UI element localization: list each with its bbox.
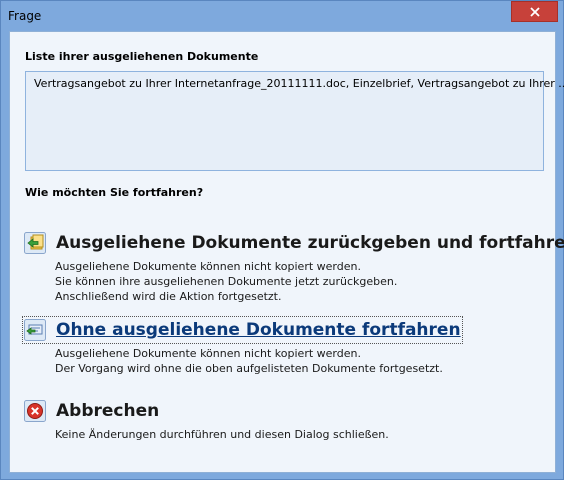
close-icon	[529, 6, 540, 17]
continue-icon	[24, 319, 46, 341]
description-line: Ausgeliehene Dokumente können nicht kopi…	[55, 260, 361, 273]
option-header[interactable]: Ausgeliehene Dokumente zurückgeben und f…	[24, 231, 564, 255]
cancel-icon	[24, 400, 46, 422]
option-header[interactable]: Abbrechen	[24, 399, 389, 423]
dialog-content: Liste ihrer ausgeliehenen Dokumente W Ve…	[9, 31, 564, 473]
documents-list[interactable]: W Vertragsangebot zu Ihrer Internetanfra…	[25, 71, 564, 171]
option-return-and-continue[interactable]: Ausgeliehene Dokumente zurückgeben und f…	[24, 231, 564, 304]
description-line: Keine Änderungen durchführen und diesen …	[55, 428, 389, 441]
option-description: Ausgeliehene Dokumente können nicht kopi…	[55, 259, 564, 304]
description-line: Der Vorgang wird ohne die oben aufgelist…	[55, 362, 443, 375]
option-description: Ausgeliehene Dokumente können nicht kopi…	[55, 346, 461, 376]
option-title[interactable]: Ausgeliehene Dokumente zurückgeben und f…	[56, 233, 564, 253]
option-continue-without-documents[interactable]: Ohne ausgeliehene Dokumente fortfahren A…	[22, 316, 463, 376]
close-button[interactable]	[511, 1, 558, 22]
description-line: Ausgeliehene Dokumente können nicht kopi…	[55, 347, 361, 360]
description-line: Anschließend wird die Aktion fortgesetzt…	[55, 290, 282, 303]
list-item[interactable]: W Vertragsangebot zu Ihrer Internetanfra…	[29, 75, 564, 91]
option-title[interactable]: Abbrechen	[56, 401, 159, 421]
dialog-window: Frage Liste ihrer ausgeliehenen Dokument…	[0, 0, 564, 480]
question-label: Wie möchten Sie fortfahren?	[25, 186, 204, 199]
document-name: Vertragsangebot zu Ihrer Internetanfrage…	[34, 76, 564, 90]
documents-label: Liste ihrer ausgeliehenen Dokumente	[25, 50, 259, 63]
title-bar[interactable]: Frage	[1, 1, 563, 31]
description-line: Sie können ihre ausgeliehenen Dokumente …	[55, 275, 398, 288]
option-cancel[interactable]: Abbrechen Keine Änderungen durchführen u…	[24, 399, 389, 442]
option-description: Keine Änderungen durchführen und diesen …	[55, 427, 389, 442]
window-title: Frage	[8, 9, 42, 23]
option-title[interactable]: Ohne ausgeliehene Dokumente fortfahren	[56, 320, 461, 340]
return-documents-icon	[24, 232, 46, 254]
option-header[interactable]: Ohne ausgeliehene Dokumente fortfahren	[22, 316, 463, 344]
